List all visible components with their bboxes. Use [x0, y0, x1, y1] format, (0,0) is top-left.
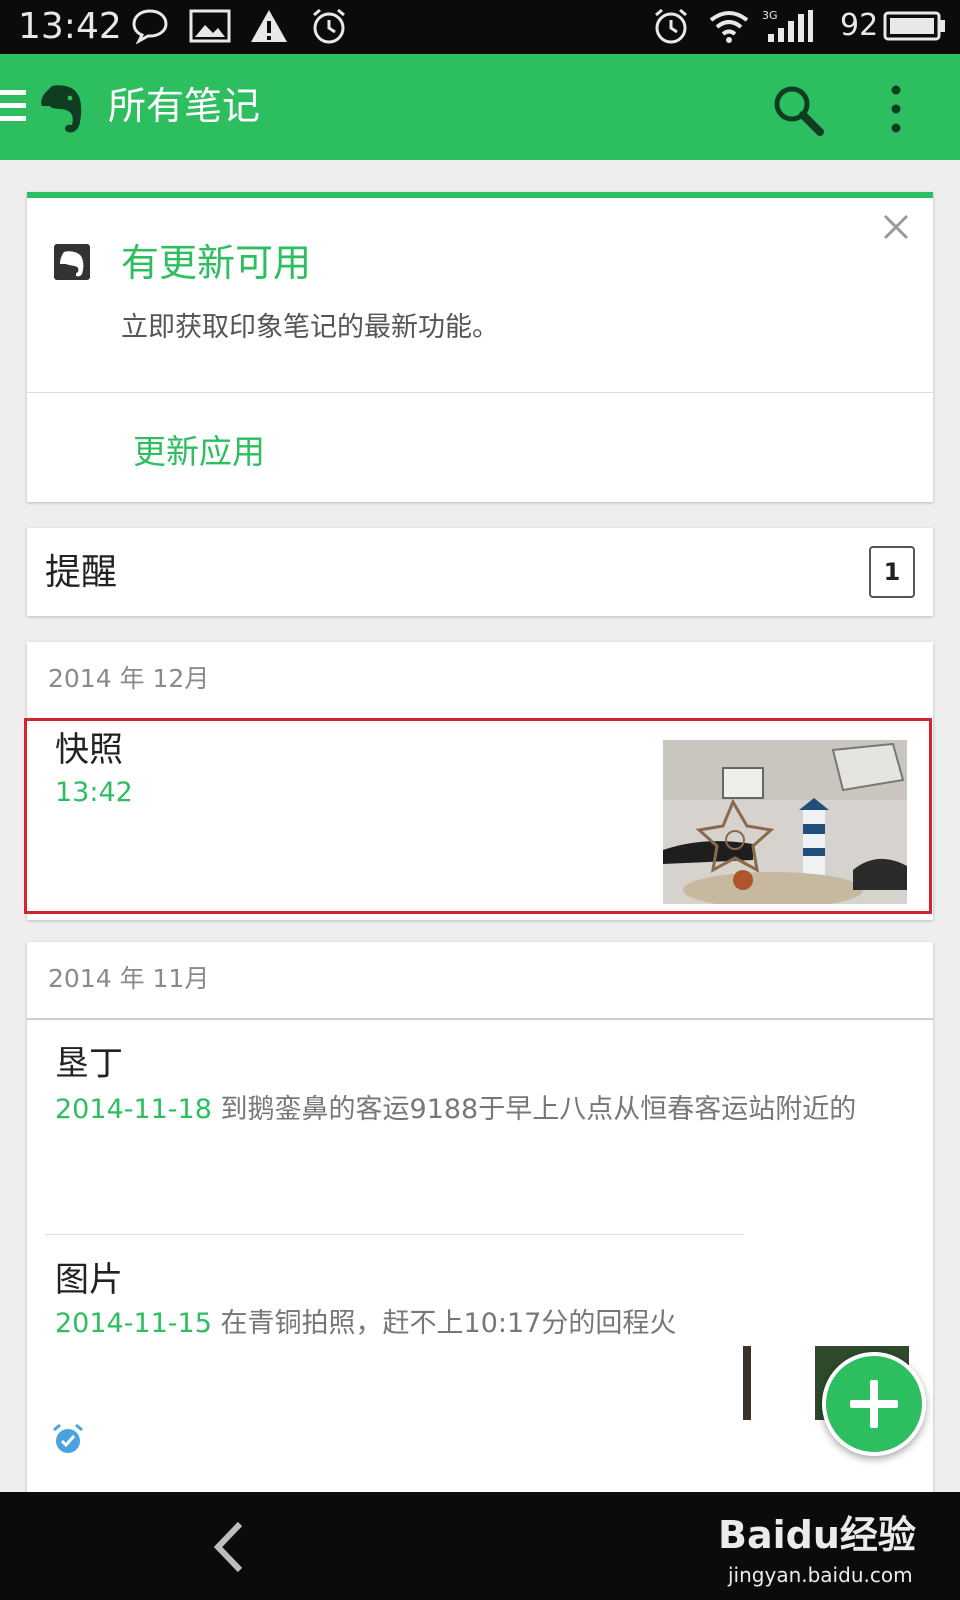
search-icon[interactable] [770, 82, 826, 138]
note-thumbnail[interactable] [663, 740, 907, 904]
notes-section-december: 2014 年 12月 快照 13:42 [24, 642, 933, 920]
note-title[interactable]: 垦丁 [55, 1042, 123, 1086]
wifi-icon [706, 8, 752, 44]
evernote-app-icon [54, 244, 90, 280]
close-icon[interactable] [879, 210, 913, 244]
page-title: 所有笔记 [108, 84, 261, 128]
reminders-count-badge: 1 [869, 546, 915, 598]
note-divider [45, 1234, 743, 1235]
status-bar: 13:42 3G 92 [0, 0, 960, 54]
battery-level: 92 [840, 8, 879, 43]
note-preview: 2014-11-15 在青铜拍照，赶不上10:17分的回程火 [55, 1306, 715, 1342]
battery-icon [880, 8, 950, 44]
update-available-card: 有更新可用 立即获取印象笔记的最新功能。 更新应用 [27, 192, 933, 502]
watermark-logo: Baidu经验 [718, 1513, 916, 1557]
status-time: 13:42 [18, 6, 122, 47]
update-app-button[interactable]: 更新应用 [133, 430, 265, 474]
watermark-site: jingyan.baidu.com [728, 1563, 913, 1587]
note-snippet: 到鹅銮鼻的客运9188于早上八点从恒春客运站附近的 [220, 1094, 857, 1125]
back-icon[interactable] [208, 1520, 248, 1574]
section-month-header: 2014 年 11月 [48, 964, 210, 993]
reminders-card[interactable]: 提醒 1 [27, 528, 933, 616]
reminder-alarm-icon [51, 1422, 85, 1456]
note-date: 2014-11-15 [55, 1308, 212, 1339]
menu-icon[interactable] [0, 90, 26, 124]
note-title[interactable]: 快照 [55, 728, 123, 772]
note-time: 13:42 [55, 777, 133, 808]
image-icon [188, 8, 232, 44]
new-note-button[interactable] [822, 1352, 926, 1456]
network-type: 3G [762, 9, 778, 22]
app-bar: 所有笔记 [0, 54, 960, 160]
update-title: 有更新可用 [121, 241, 312, 285]
navigation-bar: Baidu经验 jingyan.baidu.com [0, 1492, 960, 1600]
warning-icon [248, 8, 290, 44]
note-title[interactable]: 图片 [55, 1258, 123, 1302]
card-divider [27, 392, 933, 393]
section-divider [27, 1018, 933, 1020]
chat-icon [130, 8, 170, 44]
more-vert-icon[interactable] [884, 82, 908, 138]
reminders-label: 提醒 [45, 552, 118, 593]
note-date: 2014-11-18 [55, 1094, 212, 1125]
alarm-clock-icon [650, 8, 692, 44]
evernote-logo[interactable] [38, 82, 86, 136]
update-description: 立即获取印象笔记的最新功能。 [121, 312, 499, 343]
section-month-header: 2014 年 12月 [48, 664, 210, 693]
alarm-icon [308, 8, 350, 44]
note-preview: 2014-11-18 到鹅銮鼻的客运9188于早上八点从恒春客运站附近的 [55, 1092, 913, 1128]
note-thumbnail[interactable] [743, 1346, 751, 1420]
note-snippet: 在青铜拍照，赶不上10:17分的回程火 [220, 1308, 677, 1339]
notes-section-november: 2014 年 11月 垦丁 2014-11-18 到鹅銮鼻的客运9188于早上八… [27, 942, 933, 1502]
signal-icon: 3G [762, 8, 814, 44]
